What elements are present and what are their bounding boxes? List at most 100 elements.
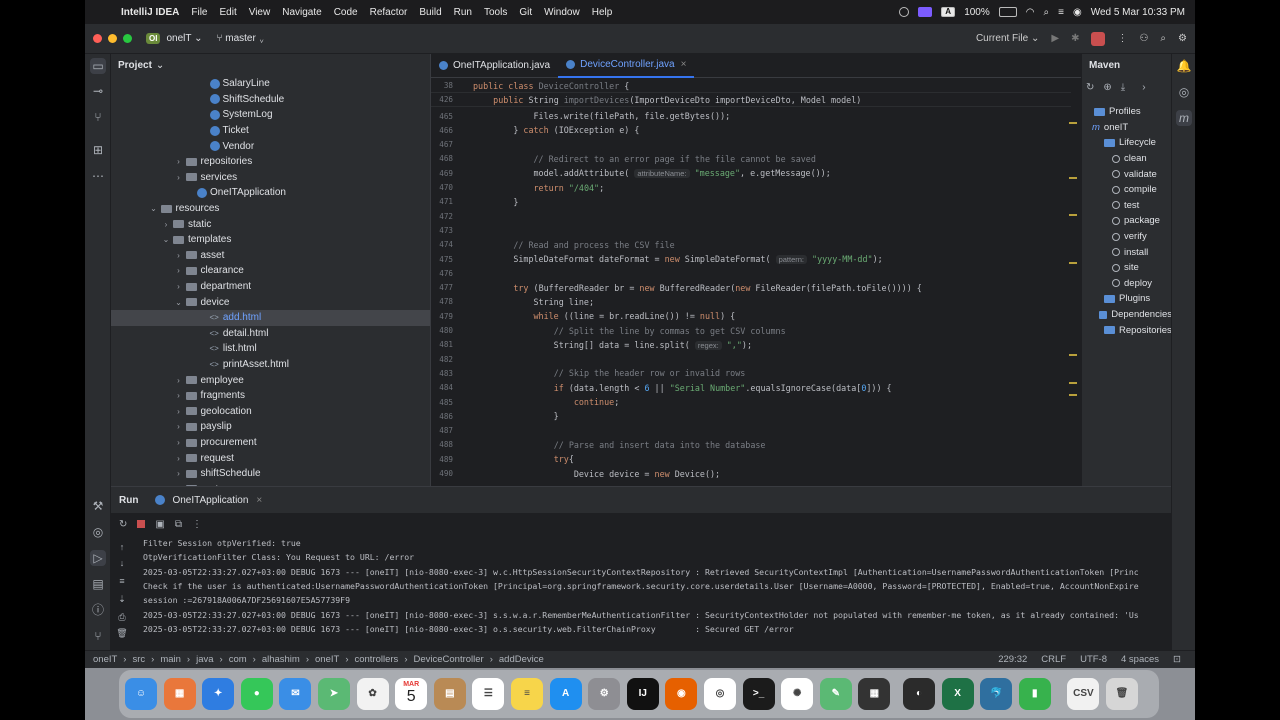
code-line[interactable]: 469 model.addAttribute( attributeName: "…	[431, 166, 1071, 180]
build-hammer-icon[interactable]: ⚒	[90, 498, 106, 514]
chevron-right-icon[interactable]: ›	[161, 220, 171, 229]
maven-goal[interactable]: validate	[1082, 166, 1171, 182]
maven-goal[interactable]: package	[1082, 213, 1171, 229]
tree-file[interactable]: <> printAsset.html	[111, 357, 430, 373]
maven-goal[interactable]: verify	[1082, 229, 1171, 245]
stop-icon[interactable]	[137, 520, 146, 528]
mysql-workbench-icon[interactable]: 🐬	[980, 678, 1013, 710]
problems-icon[interactable]: ⓘ	[90, 602, 106, 618]
chevron-right-icon[interactable]: ›	[174, 407, 184, 416]
sticky-scroll-line[interactable]: 38 public class DeviceController {	[431, 79, 1071, 94]
maven-goal[interactable]: install	[1082, 244, 1171, 260]
code-line[interactable]: 475 SimpleDateFormat dateFormat = new Si…	[431, 252, 1071, 266]
tree-folder[interactable]: › services	[111, 170, 430, 186]
sticky-scroll-line[interactable]: 426 public String importDevices(ImportDe…	[431, 93, 1071, 108]
ai-assistant-icon[interactable]: ◎	[1176, 84, 1192, 100]
chevron-right-icon[interactable]: ›	[174, 251, 184, 260]
contacts-icon[interactable]: ▤	[433, 678, 466, 710]
reminders-icon[interactable]: ☰	[472, 678, 505, 710]
tree-folder[interactable]: › employee	[111, 372, 430, 388]
more-tools-icon[interactable]: ⋯	[90, 168, 106, 184]
camera-icon[interactable]: ▣	[155, 519, 164, 530]
terminal-icon[interactable]: >_	[742, 678, 775, 710]
run-tab[interactable]: Run	[119, 495, 138, 506]
tree-file[interactable]: <> detail.html	[111, 326, 430, 342]
soft-wrap-icon[interactable]: ≡	[114, 573, 130, 589]
maven-goal[interactable]: site	[1082, 260, 1171, 276]
zoom-window-button[interactable]	[123, 34, 132, 43]
warning-marker[interactable]	[1069, 262, 1077, 264]
firefox-icon[interactable]: ◉	[665, 678, 698, 710]
maven-folder[interactable]: Plugins	[1082, 291, 1171, 307]
finder-icon[interactable]: ☺	[125, 678, 157, 710]
menu-git[interactable]: Git	[513, 7, 538, 18]
code-line[interactable]: 471 }	[431, 195, 1071, 209]
maven-goal[interactable]: test	[1082, 198, 1171, 214]
project-badge[interactable]: OI	[146, 33, 161, 44]
code-line[interactable]: 490 Device device = new Device();	[431, 467, 1071, 481]
intellij-icon[interactable]: IJ	[626, 678, 659, 710]
run-icon[interactable]: ▶	[1051, 33, 1059, 44]
tree-folder[interactable]: › shiftSchedule	[111, 466, 430, 482]
tree-folder[interactable]: › static	[111, 216, 430, 232]
run-goal-icon[interactable]: ›	[1142, 82, 1145, 93]
tree-file[interactable]: Ticket	[111, 123, 430, 139]
code-line[interactable]: 482	[431, 352, 1071, 366]
breadcrumb-item[interactable]: addDevice	[499, 654, 544, 665]
chevron-right-icon[interactable]: ›	[174, 438, 184, 447]
tree-file[interactable]: SystemLog	[111, 107, 430, 123]
more-icon[interactable]: ⋮	[1117, 33, 1127, 44]
code-line[interactable]: 473	[431, 223, 1071, 237]
maven-goal[interactable]: compile	[1082, 182, 1171, 198]
run-tool-icon[interactable]: ▷	[90, 550, 106, 566]
code-line[interactable]: 476	[431, 266, 1071, 280]
caret-position[interactable]: 229:32	[998, 654, 1027, 665]
notifications-icon[interactable]: 🔔	[1176, 58, 1192, 74]
tree-folder[interactable]: › geolocation	[111, 404, 430, 420]
siri-icon[interactable]: ◉	[1073, 7, 1082, 18]
print-icon[interactable]: ⎙	[114, 609, 130, 625]
screen-record-icon[interactable]	[899, 7, 910, 17]
chrome-icon[interactable]: ◎	[704, 678, 736, 710]
chatgpt-icon[interactable]: ✺	[781, 678, 814, 710]
tree-file[interactable]: ShiftSchedule	[111, 92, 430, 108]
run-config-tab[interactable]: OneITApplication ×	[154, 495, 262, 506]
breadcrumb-item[interactable]: java	[196, 654, 213, 665]
breadcrumb-item[interactable]: controllers	[354, 654, 398, 665]
scroll-up-icon[interactable]: ↑	[114, 539, 130, 555]
maven-goal[interactable]: clean	[1082, 151, 1171, 167]
display-icon[interactable]	[918, 7, 933, 17]
maven-m-icon[interactable]: m	[1176, 110, 1192, 126]
stop-button[interactable]	[1091, 31, 1106, 46]
download-icon[interactable]: ⤓	[1121, 82, 1125, 93]
chevron-down-icon[interactable]: ⌄	[149, 204, 159, 213]
maven-folder[interactable]: Profiles	[1082, 104, 1171, 120]
menu-code[interactable]: Code	[328, 7, 364, 18]
maven-folder[interactable]: Repositories	[1082, 322, 1171, 338]
chevron-down-icon[interactable]: ⌄	[174, 298, 184, 307]
chevron-right-icon[interactable]: ›	[174, 282, 184, 291]
code-line[interactable]: 466 } catch (IOException e) {	[431, 123, 1071, 137]
search-everywhere-icon[interactable]: ⌕	[1160, 33, 1166, 44]
code-line[interactable]: 472	[431, 209, 1071, 223]
restore-layout-icon[interactable]: ⧉	[175, 519, 182, 530]
chevron-right-icon[interactable]: ›	[174, 157, 184, 166]
breadcrumb-item[interactable]: oneIT	[315, 654, 339, 665]
calendar-icon[interactable]: MAR 5	[395, 678, 428, 710]
code-line[interactable]: 485 continue;	[431, 395, 1071, 409]
indent-setting[interactable]: 4 spaces	[1121, 654, 1159, 665]
minimize-window-button[interactable]	[108, 34, 117, 43]
menu-help[interactable]: Help	[586, 7, 619, 18]
numbers-chart-icon[interactable]: ✎	[819, 678, 852, 710]
maven-goal[interactable]: deploy	[1082, 276, 1171, 292]
control-center-icon[interactable]: ≡	[1058, 7, 1064, 18]
line-ending[interactable]: CRLF	[1041, 654, 1066, 665]
tree-folder[interactable]: › payslip	[111, 419, 430, 435]
code-line[interactable]: 478 String line;	[431, 295, 1071, 309]
tree-folder[interactable]: › clearance	[111, 263, 430, 279]
calculator-icon[interactable]: ▦	[858, 678, 891, 710]
close-tab-icon[interactable]: ×	[256, 495, 262, 506]
maven-folder[interactable]: Lifecycle	[1082, 135, 1171, 151]
clear-all-icon[interactable]: 🗑	[114, 625, 130, 641]
services-icon[interactable]: ◎	[90, 524, 106, 540]
